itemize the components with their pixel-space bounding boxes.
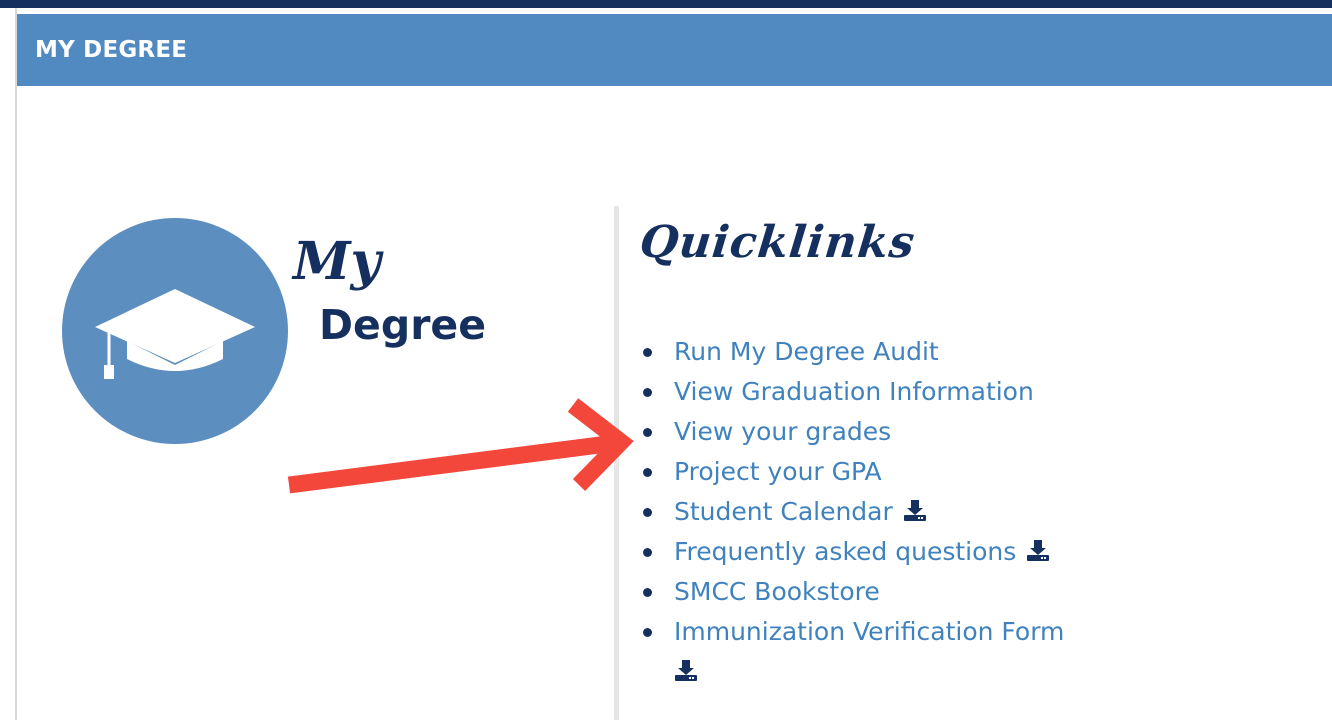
quicklink-label[interactable]: Run My Degree Audit [674,337,939,366]
quicklink-label[interactable]: Frequently asked questions [674,537,1016,566]
logo-word-my: My [291,231,385,292]
logo-word-degree: Degree [319,301,486,349]
quicklink-label[interactable]: Project your GPA [674,457,882,486]
quicklink-student-calendar[interactable]: Student Calendar [642,492,1112,532]
download-icon[interactable] [903,498,927,522]
quicklink-label[interactable]: Immunization Verification Form [674,617,1064,646]
quicklink-smcc-bookstore[interactable]: SMCC Bookstore [642,572,1112,612]
quicklinks-list: Run My Degree Audit View Graduation Info… [642,332,1112,692]
quicklink-label[interactable]: View Graduation Information [674,377,1034,406]
top-accent-line [0,0,1332,8]
quicklinks-title: Quicklinks [637,217,918,268]
quicklink-project-gpa[interactable]: Project your GPA [642,452,1112,492]
panel-title: MY DEGREE [35,37,188,63]
quicklink-run-degree-audit[interactable]: Run My Degree Audit [642,332,1112,372]
red-arrow-icon [287,398,634,494]
quicklink-graduation-information[interactable]: View Graduation Information [642,372,1112,412]
quicklink-label[interactable]: Student Calendar [674,497,893,526]
download-icon[interactable] [1026,538,1050,562]
quicklink-view-grades[interactable]: View your grades [642,412,1112,452]
quicklink-label[interactable]: View your grades [674,417,891,446]
panel-header: MY DEGREE [17,14,1332,86]
quicklink-immunization-form[interactable]: Immunization Verification Form [642,612,1112,692]
quicklink-faq[interactable]: Frequently asked questions [642,532,1112,572]
download-icon[interactable] [674,658,698,682]
quicklink-label[interactable]: SMCC Bookstore [674,577,880,606]
